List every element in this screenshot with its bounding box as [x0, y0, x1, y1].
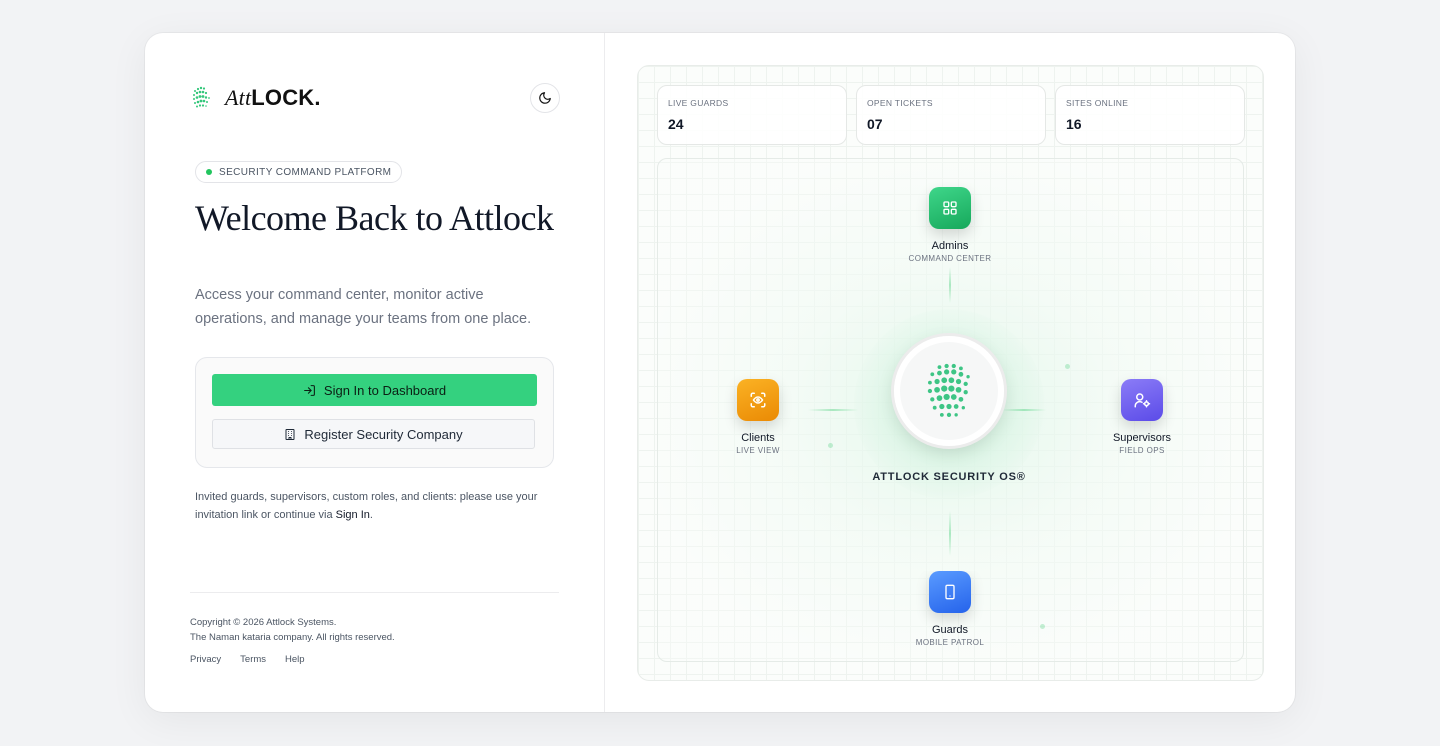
stat-label: LIVE GUARDS [668, 98, 729, 108]
stat-value: 16 [1066, 116, 1082, 132]
login-card: AttLOCK. SECURITY COMMAND PLATFORM Welco… [145, 33, 1295, 712]
attlock-os-hub [894, 336, 1004, 446]
node-subtitle: COMMAND CENTER [908, 254, 992, 263]
help-link[interactable]: Help [285, 654, 305, 665]
node-supervisors[interactable]: Supervisors FIELD OPS [1072, 379, 1212, 455]
brand-logo[interactable]: AttLOCK. [191, 85, 321, 111]
brand-wordmark: AttLOCK. [225, 85, 321, 111]
page-title: Welcome Back to Attlock [195, 198, 554, 238]
footer-links: Privacy Terms Help [190, 654, 305, 665]
login-arrow-icon [304, 384, 315, 396]
brand-wordmark-bold: LOCK. [251, 85, 321, 110]
node-title: Clients [741, 432, 775, 444]
particle-dot [1040, 624, 1045, 629]
moon-icon [539, 92, 551, 104]
sign-in-link[interactable]: Sign In [336, 509, 370, 521]
node-subtitle: LIVE VIEW [736, 446, 780, 455]
connector-line [1002, 409, 1046, 411]
node-title: Supervisors [1112, 432, 1172, 444]
invitation-note: Invited guards, supervisors, custom role… [195, 488, 555, 524]
sign-in-button[interactable]: Sign In to Dashboard [212, 374, 537, 406]
sign-in-label: Sign In to Dashboard [323, 382, 447, 398]
node-subtitle: FIELD OPS [1119, 446, 1165, 455]
admins-icon-tile [929, 187, 971, 229]
stat-card-open-tickets: OPEN TICKETS 07 [856, 85, 1046, 145]
hub-label: ATTLOCK SECURITY OS® [872, 471, 1026, 483]
footer-divider [190, 592, 559, 593]
copyright-line-1: Copyright © 2026 Attlock Systems. [190, 617, 337, 628]
dashboard-grid-icon [943, 201, 957, 215]
user-gear-icon [1134, 393, 1151, 408]
stat-label: SITES ONLINE [1066, 98, 1129, 108]
terms-link[interactable]: Terms [240, 654, 266, 665]
particle-dot [1065, 364, 1070, 369]
privacy-link[interactable]: Privacy [190, 654, 221, 665]
register-company-button[interactable]: Register Security Company [212, 419, 535, 449]
node-guards[interactable]: Guards MOBILE PATROL [880, 571, 1020, 647]
guards-icon-tile [929, 571, 971, 613]
particle-dot [828, 443, 833, 448]
node-title: Guards [931, 624, 969, 636]
globe-mesh-icon [193, 86, 210, 108]
brand-wordmark-italic: Att [225, 85, 252, 110]
connector-line [949, 267, 951, 303]
platform-badge-label: SECURITY COMMAND PLATFORM [219, 166, 392, 178]
node-subtitle: MOBILE PATROL [915, 638, 985, 647]
node-admins[interactable]: Admins COMMAND CENTER [880, 187, 1020, 263]
clients-icon-tile [737, 379, 779, 421]
invitation-note-end: . [369, 509, 373, 521]
stat-card-live-guards: LIVE GUARDS 24 [657, 85, 847, 145]
auth-actions-box: Sign In to Dashboard Register Security C… [195, 357, 554, 468]
stat-card-sites-online: SITES ONLINE 16 [1055, 85, 1245, 145]
stat-value: 07 [867, 116, 883, 132]
network-diagram: ATTLOCK SECURITY OS® Admins COMMAND CENT… [657, 158, 1244, 662]
overview-panel: LIVE GUARDS 24 OPEN TICKETS 07 SITES ONL… [637, 65, 1264, 681]
status-dot [206, 169, 212, 175]
copyright-line-2: The Naman kataria company. All rights re… [190, 632, 395, 643]
copyright: Copyright © 2026 Attlock Systems. The Na… [190, 615, 395, 645]
theme-toggle-button[interactable] [530, 83, 560, 113]
building-icon [285, 428, 295, 440]
stat-value: 24 [668, 116, 684, 132]
globe-mesh-icon [927, 363, 970, 417]
supervisors-icon-tile [1121, 379, 1163, 421]
stat-label: OPEN TICKETS [867, 98, 933, 108]
connector-line [949, 511, 951, 556]
register-label: Register Security Company [304, 426, 463, 442]
mobile-phone-icon [945, 584, 955, 600]
page-subtitle: Access your command center, monitor acti… [195, 287, 532, 327]
node-clients[interactable]: Clients LIVE VIEW [688, 379, 828, 455]
node-title: Admins [931, 240, 969, 252]
platform-badge: SECURITY COMMAND PLATFORM [195, 161, 403, 183]
eye-scan-icon [750, 392, 766, 408]
left-panel: AttLOCK. SECURITY COMMAND PLATFORM Welco… [145, 33, 605, 712]
